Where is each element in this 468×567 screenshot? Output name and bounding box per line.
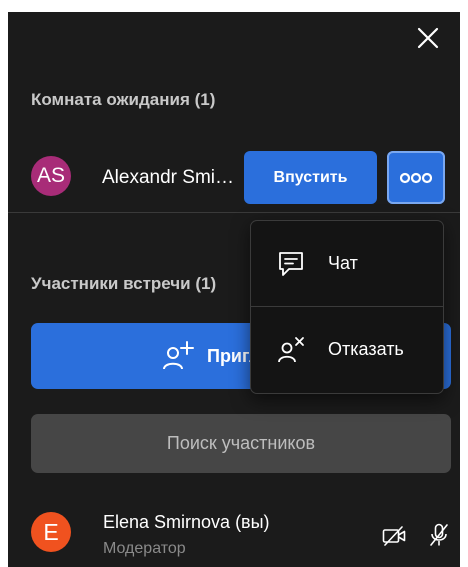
mic-off-icon bbox=[430, 523, 448, 546]
camera-off-icon bbox=[382, 526, 406, 546]
search-input[interactable]: Поиск участников bbox=[31, 414, 451, 473]
remove-person-icon bbox=[278, 336, 304, 362]
camera-toggle[interactable] bbox=[382, 525, 406, 547]
menu-item-reject[interactable]: Отказать bbox=[251, 307, 443, 392]
admit-button-label: Впустить bbox=[273, 168, 348, 186]
participants-title: Участники встречи (1) bbox=[31, 274, 217, 293]
waiting-room-title: Комната ожидания (1) bbox=[31, 90, 216, 109]
more-dots-icon bbox=[400, 172, 432, 183]
self-avatar: E bbox=[31, 512, 71, 552]
self-name: Elena Smirnova (вы) bbox=[103, 512, 270, 532]
search-placeholder: Поиск участников bbox=[166, 433, 316, 453]
admit-button[interactable]: Впустить bbox=[244, 151, 377, 204]
guest-name: Alexandr Smirnov bbox=[102, 167, 234, 188]
close-button[interactable] bbox=[416, 26, 440, 50]
self-role: Модератор bbox=[103, 540, 186, 557]
more-options-button[interactable] bbox=[387, 151, 445, 204]
participants-panel: Комната ожидания (1) AS Alexandr Smirnov… bbox=[8, 12, 460, 567]
guest-options-menu: Чат Отказать bbox=[250, 220, 444, 394]
section-divider bbox=[8, 212, 460, 213]
close-icon bbox=[417, 27, 439, 49]
chat-icon bbox=[279, 251, 303, 276]
menu-item-chat[interactable]: Чат bbox=[251, 221, 443, 306]
add-person-icon bbox=[163, 341, 194, 370]
guest-avatar: AS bbox=[31, 156, 71, 196]
menu-item-chat-label: Чат bbox=[328, 253, 358, 273]
menu-item-reject-label: Отказать bbox=[328, 339, 404, 359]
mic-toggle[interactable] bbox=[428, 523, 450, 547]
